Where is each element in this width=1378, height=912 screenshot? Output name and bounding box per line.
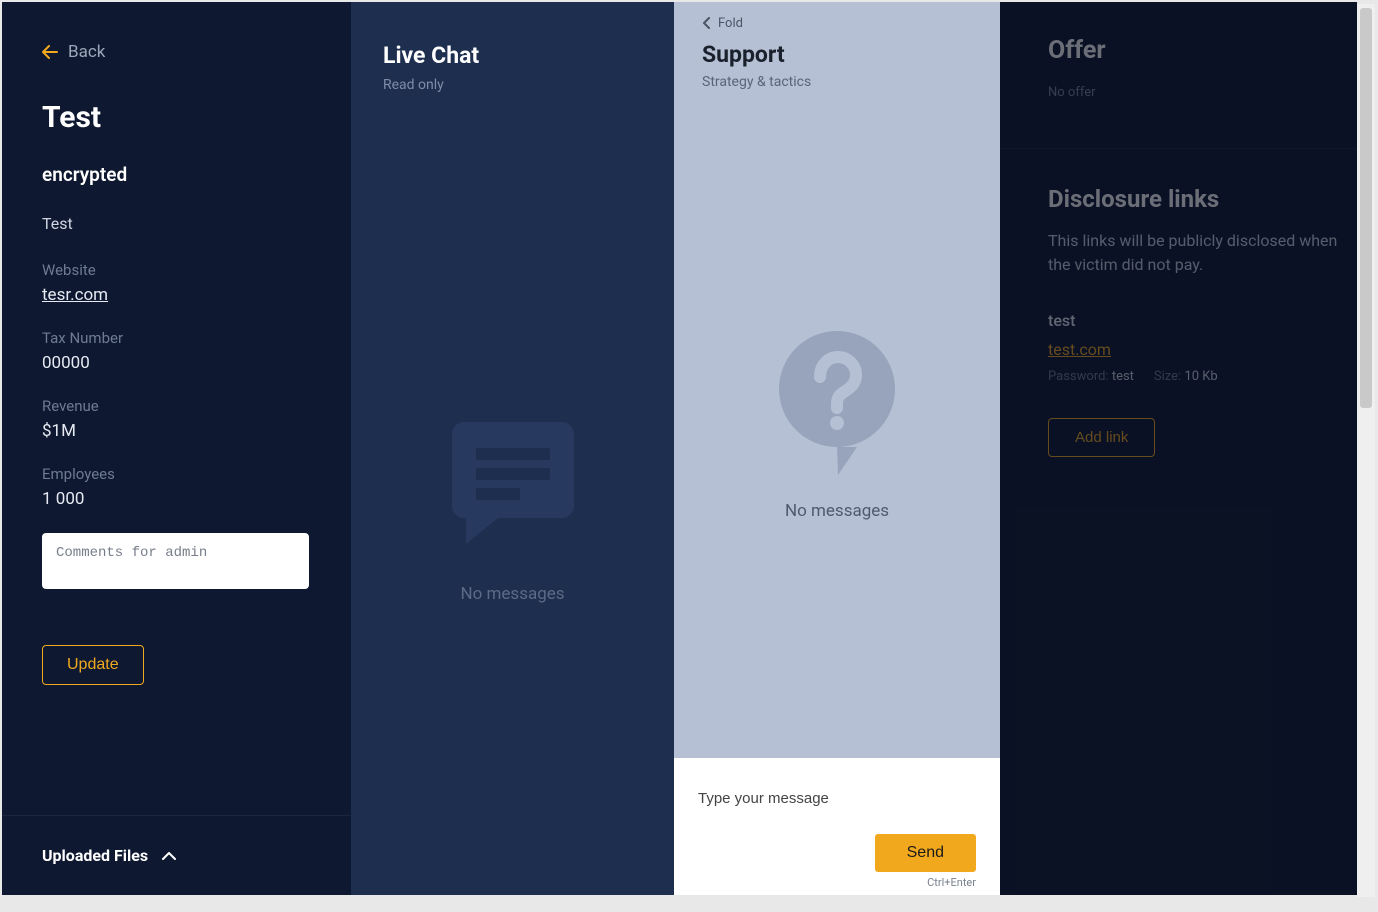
compose-actions: Send Ctrl+Enter: [698, 834, 976, 889]
page-title: Test: [42, 100, 311, 135]
back-button[interactable]: Back: [42, 42, 105, 62]
chat-bubble-icon: [438, 404, 588, 554]
size-meta: Size: 10 Kb: [1154, 369, 1218, 384]
disclosure-link-name: test: [1048, 311, 1357, 330]
disclosure-title: Disclosure links: [1048, 185, 1357, 213]
send-shortcut-hint: Ctrl+Enter: [927, 876, 976, 889]
password-label: Password:: [1048, 369, 1109, 384]
tax-value: 00000: [42, 353, 311, 373]
password-meta: Password: test: [1048, 369, 1134, 384]
send-button[interactable]: Send: [875, 834, 976, 872]
fold-button[interactable]: Fold: [702, 16, 743, 31]
details-panel: Back Test encrypted Test Website tesr.co…: [2, 2, 351, 895]
support-title: Support: [702, 41, 972, 68]
message-input[interactable]: [698, 778, 976, 818]
question-bubble-icon: [772, 327, 902, 477]
disclosure-description: This links will be publicly disclosed wh…: [1048, 229, 1357, 277]
status-text: encrypted: [42, 163, 311, 186]
live-chat-subtitle: Read only: [383, 77, 642, 93]
support-empty-text: No messages: [785, 501, 889, 521]
comments-input[interactable]: [42, 533, 309, 589]
support-head: Fold Support Strategy & tactics: [674, 2, 1000, 90]
website-link[interactable]: tesr.com: [42, 285, 311, 305]
website-label: Website: [42, 261, 311, 279]
offer-disclosure-panel: Offer No offer Disclosure links This lin…: [1000, 2, 1357, 895]
details-scroll: Back Test encrypted Test Website tesr.co…: [2, 2, 351, 815]
add-link-button[interactable]: Add link: [1048, 418, 1155, 457]
live-chat-empty-text: No messages: [460, 584, 564, 604]
panel-divider: [1000, 148, 1357, 149]
description-text: Test: [42, 214, 311, 233]
uploaded-files-toggle[interactable]: Uploaded Files: [2, 815, 351, 895]
uploaded-files-label: Uploaded Files: [42, 846, 148, 865]
disclosure-link-meta: Password: test Size: 10 Kb: [1048, 369, 1357, 384]
compose-area: Send Ctrl+Enter: [674, 758, 1000, 895]
fold-label: Fold: [718, 16, 743, 31]
support-empty-state: No messages: [674, 90, 1000, 759]
employees-label: Employees: [42, 465, 311, 483]
revenue-value: $1M: [42, 421, 311, 441]
disclosure-link-url[interactable]: test.com: [1048, 340, 1111, 359]
employees-value: 1 000: [42, 489, 311, 509]
app-shell: Back Test encrypted Test Website tesr.co…: [2, 2, 1357, 895]
arrow-left-icon: [42, 45, 58, 59]
chevron-left-icon: [702, 17, 712, 29]
size-label: Size:: [1154, 369, 1181, 384]
support-panel: Fold Support Strategy & tactics No messa…: [674, 2, 1000, 895]
revenue-label: Revenue: [42, 397, 311, 415]
size-value: 10 Kb: [1184, 369, 1217, 384]
no-offer-text: No offer: [1048, 85, 1357, 100]
live-chat-title: Live Chat: [383, 42, 642, 69]
chevron-up-icon: [162, 851, 176, 861]
update-button[interactable]: Update: [42, 645, 144, 685]
back-label: Back: [68, 42, 105, 62]
tax-label: Tax Number: [42, 329, 311, 347]
scrollbar[interactable]: [1357, 4, 1375, 897]
offer-title: Offer: [1048, 36, 1357, 65]
live-chat-panel: Live Chat Read only No messages: [351, 2, 674, 895]
live-chat-empty-state: No messages: [383, 113, 642, 895]
password-value: test: [1112, 369, 1134, 384]
support-subtitle: Strategy & tactics: [702, 74, 972, 90]
